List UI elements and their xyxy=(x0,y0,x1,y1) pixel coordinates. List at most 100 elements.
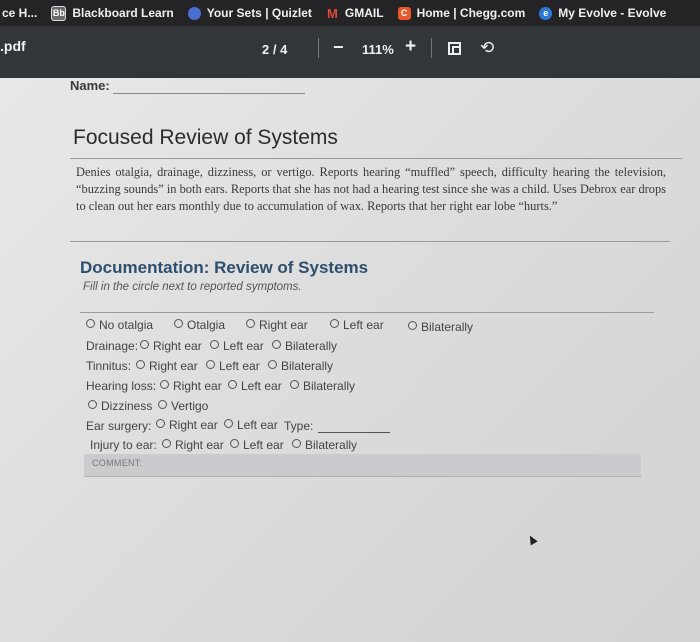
radio-circle-icon xyxy=(224,419,233,428)
bookmark-gmail[interactable]: M GMAIL xyxy=(326,6,384,20)
fit-page-icon[interactable] xyxy=(448,42,461,55)
bookmark-blackboard[interactable]: Bb Blackboard Learn xyxy=(51,5,174,21)
radio-drainage-left[interactable]: Left ear xyxy=(210,339,264,353)
bookmark-evolve[interactable]: e My Evolve - Evolve xyxy=(539,6,666,20)
radio-circle-icon xyxy=(88,400,97,409)
radio-circle-icon xyxy=(174,319,183,328)
zoom-out-button[interactable]: − xyxy=(333,38,344,56)
radio-circle-icon xyxy=(162,439,171,448)
radio-otalgia-left-ear[interactable]: Left ear xyxy=(330,318,384,332)
radio-circle-icon xyxy=(246,319,255,328)
radio-circle-icon xyxy=(268,360,277,369)
radio-circle-icon xyxy=(272,340,281,349)
radio-drainage-right[interactable]: Right ear xyxy=(140,339,202,353)
bookmark-label: Home | Chegg.com xyxy=(416,6,526,20)
radio-otalgia-right-ear[interactable]: Right ear xyxy=(246,318,308,332)
option-label: Right ear xyxy=(175,438,224,452)
radio-circle-icon xyxy=(292,439,301,448)
option-label: No otalgia xyxy=(99,318,154,332)
option-label: Right ear xyxy=(149,359,198,373)
radio-circle-icon xyxy=(206,360,215,369)
toolbar-divider xyxy=(318,38,319,58)
tinnitus-label: Tinnitus: xyxy=(86,359,131,373)
option-label: Otalgia xyxy=(187,318,226,332)
radio-ear-surgery-left[interactable]: Left ear xyxy=(224,418,278,432)
pdf-toolbar: .pdf 2 / 4 − 111% + ⟲ xyxy=(0,26,700,78)
option-label: Vertigo xyxy=(171,399,209,413)
bookmark-label: My Evolve - Evolve xyxy=(558,6,667,20)
radio-circle-icon xyxy=(230,439,239,448)
radio-otalgia-bilaterally[interactable]: Bilaterally xyxy=(408,320,473,334)
radio-ear-surgery-right[interactable]: Right ear xyxy=(156,418,218,432)
option-label: Left ear xyxy=(219,359,260,373)
radio-tinnitus-right[interactable]: Right ear xyxy=(136,359,198,373)
page-indicator[interactable]: 2 / 4 xyxy=(262,42,287,57)
option-label: Right ear xyxy=(169,418,218,432)
radio-otalgia[interactable]: Otalgia xyxy=(174,318,225,332)
radio-circle-icon xyxy=(160,380,169,389)
documentation-title: Documentation: Review of Systems xyxy=(80,258,369,277)
bookmark-chegg[interactable]: C Home | Chegg.com xyxy=(397,6,526,20)
name-field[interactable] xyxy=(113,93,305,94)
radio-drainage-bilaterally[interactable]: Bilaterally xyxy=(272,339,337,353)
radio-tinnitus-bilaterally[interactable]: Bilaterally xyxy=(268,359,333,373)
evolve-icon: e xyxy=(539,6,553,20)
option-label: Bilaterally xyxy=(421,320,474,334)
option-label: Bilaterally xyxy=(285,339,338,353)
bookmarks-bar: ce H... Bb Blackboard Learn Your Sets | … xyxy=(0,0,700,26)
surgery-type-label: Type: xyxy=(284,419,314,433)
bookmark-label: ce H... xyxy=(2,6,38,20)
bookmark-quizlet[interactable]: Your Sets | Quizlet xyxy=(187,6,312,20)
radio-circle-icon xyxy=(136,360,145,369)
section-title: Focused Review of Systems xyxy=(73,126,338,149)
radio-circle-icon xyxy=(156,419,165,428)
option-label: Left ear xyxy=(241,379,282,393)
name-label: Name: xyxy=(70,78,110,93)
ear-surgery-label: Ear surgery: xyxy=(86,419,152,433)
radio-circle-icon xyxy=(228,380,237,389)
option-label: Left ear xyxy=(223,339,264,353)
pdf-filename: .pdf xyxy=(0,38,26,54)
hearing-loss-label: Hearing loss: xyxy=(86,379,157,393)
zoom-in-button[interactable]: + xyxy=(405,37,416,56)
radio-circle-icon xyxy=(140,340,149,349)
surgery-type-field[interactable] xyxy=(318,432,390,433)
rotate-icon[interactable]: ⟲ xyxy=(480,39,494,56)
option-label: Left ear xyxy=(243,438,284,452)
option-label: Left ear xyxy=(343,318,384,332)
blackboard-icon: Bb xyxy=(51,5,67,21)
mouse-cursor-icon xyxy=(526,533,538,546)
injury-label: Injury to ear: xyxy=(90,438,157,452)
radio-tinnitus-left[interactable]: Left ear xyxy=(206,359,260,373)
radio-hearing-loss-right[interactable]: Right ear xyxy=(160,379,222,393)
chegg-icon: C xyxy=(397,6,411,20)
bookmark-ce[interactable]: ce H... xyxy=(2,6,37,20)
option-label: Right ear xyxy=(173,379,222,393)
radio-hearing-loss-bilaterally[interactable]: Bilaterally xyxy=(290,379,355,393)
option-label: Right ear xyxy=(259,318,308,332)
toolbar-divider xyxy=(431,38,432,58)
comment-field[interactable]: COMMENT: xyxy=(84,454,641,477)
option-label: Right ear xyxy=(153,339,202,353)
radio-no-otalgia[interactable]: No otalgia xyxy=(86,318,153,332)
radio-dizziness[interactable]: Dizziness xyxy=(88,399,152,413)
radio-injury-left[interactable]: Left ear xyxy=(230,438,284,452)
radio-hearing-loss-left[interactable]: Left ear xyxy=(228,379,282,393)
radio-injury-bilaterally[interactable]: Bilaterally xyxy=(292,438,357,452)
comment-label: COMMENT: xyxy=(92,458,143,468)
radio-circle-icon xyxy=(158,400,167,409)
radio-circle-icon xyxy=(290,380,299,389)
bookmark-label: GMAIL xyxy=(344,6,384,20)
radio-injury-right[interactable]: Right ear xyxy=(162,438,224,452)
radio-vertigo[interactable]: Vertigo xyxy=(158,399,208,413)
radio-circle-icon xyxy=(330,319,339,328)
zoom-level[interactable]: 111% xyxy=(362,42,394,57)
radio-circle-icon xyxy=(408,321,417,330)
divider xyxy=(70,241,670,242)
option-label: Bilaterally xyxy=(305,438,358,452)
gmail-icon: M xyxy=(326,5,338,21)
radio-circle-icon xyxy=(86,319,95,328)
bookmark-label: Blackboard Learn xyxy=(72,6,174,20)
documentation-instructions: Fill in the circle next to reported symp… xyxy=(83,281,302,293)
option-label: Bilaterally xyxy=(281,359,334,373)
